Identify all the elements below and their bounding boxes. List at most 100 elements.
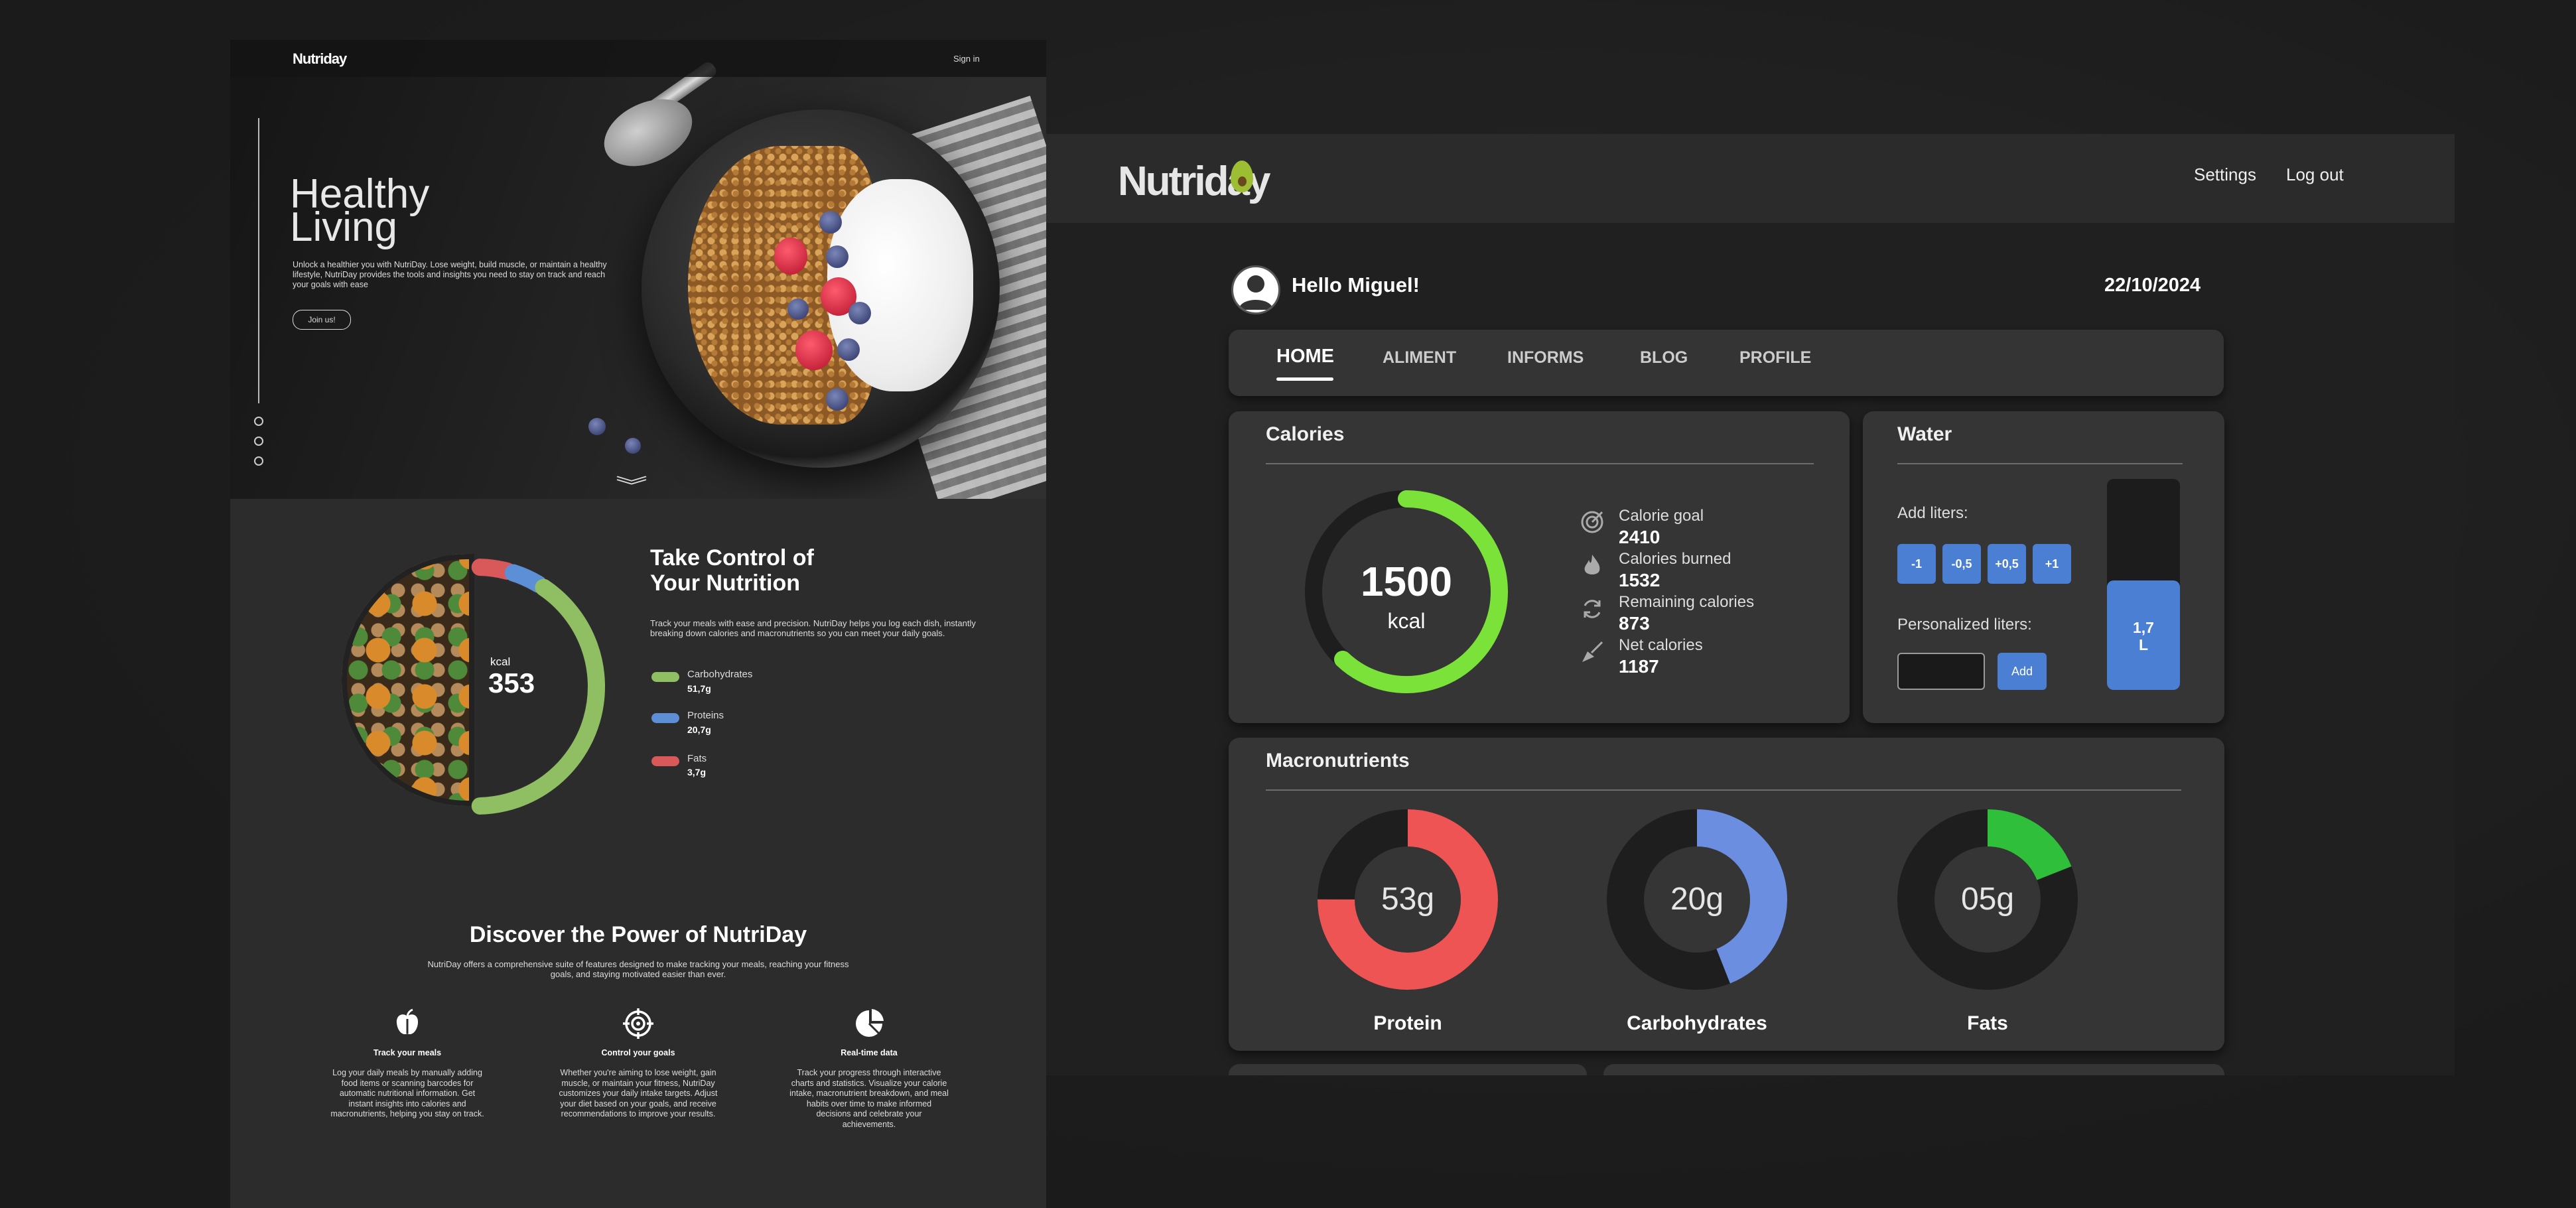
broom-icon xyxy=(1582,641,1603,662)
water-amount-value: 1,7 xyxy=(2133,618,2154,636)
calories-card: Calories 1500 kcal Calorie goal 2410 Cal… xyxy=(1229,411,1850,723)
divider xyxy=(1266,463,1814,464)
blueberry xyxy=(588,418,606,435)
water-fill: 1,7 L xyxy=(2107,580,2180,690)
user-icon xyxy=(1239,275,1273,310)
legend-label: Proteins xyxy=(687,710,724,721)
pie-chart-icon xyxy=(856,1009,884,1037)
personalized-liters-input[interactable] xyxy=(1897,653,1985,690)
stat-value: 2410 xyxy=(1619,527,1661,547)
macro-label: Carbohydrates xyxy=(1627,1012,1767,1034)
water-minus-1-button[interactable]: -1 xyxy=(1897,544,1936,584)
proteins-arc xyxy=(504,564,547,593)
card-title: Macronutrients xyxy=(1266,750,1410,772)
target-icon xyxy=(1581,511,1603,533)
hero-description: Unlock a healthier you with NutriDay. Lo… xyxy=(293,260,607,289)
slide-dot[interactable] xyxy=(254,417,263,426)
feature-title: Track your meals xyxy=(373,1048,442,1057)
legend-swatch-proteins xyxy=(651,713,679,723)
tab-home[interactable]: HOME xyxy=(1276,346,1334,368)
legend-label: Carbohydrates xyxy=(687,669,753,680)
target-icon xyxy=(623,1008,653,1039)
blueberry xyxy=(837,338,860,361)
macro-value: 05g xyxy=(1961,882,2014,917)
blueberry xyxy=(848,302,871,324)
next-card xyxy=(1603,1064,2224,1075)
apple-icon xyxy=(396,1008,419,1035)
stat-label: Net calories xyxy=(1619,636,1703,654)
top-nav: Nutriday Sign in xyxy=(230,40,1046,77)
macro-ring-chart xyxy=(471,559,605,815)
feature-text: Track your progress through interactive … xyxy=(789,1068,949,1129)
active-tab-indicator xyxy=(1276,377,1333,381)
hero-title: Healthy Living xyxy=(290,174,429,248)
stat-label: Calories burned xyxy=(1619,550,1731,568)
avatar[interactable] xyxy=(1231,265,1280,314)
slide-dot[interactable] xyxy=(254,456,263,466)
tab-bar: HOME ALIMENT INFORMS BLOG PROFILE xyxy=(1229,330,2224,396)
macro-donut: 20g xyxy=(1607,809,1787,990)
chevron-down-icon[interactable]: ︾ xyxy=(616,470,647,499)
section-title: Take Control of Your Nutrition xyxy=(650,545,814,596)
stat-value: 1187 xyxy=(1619,656,1659,677)
tab-informs[interactable]: INFORMS xyxy=(1507,348,1584,368)
calorie-unit: kcal xyxy=(1387,609,1426,633)
water-amount: 1,7 L xyxy=(2107,619,2180,653)
legend-swatch-fats xyxy=(651,756,679,766)
raspberry xyxy=(774,237,807,275)
macro-value: 53g xyxy=(1381,882,1434,917)
slide-rail xyxy=(258,118,259,403)
stat-label: Calorie goal xyxy=(1619,507,1704,525)
water-plus-1-button[interactable]: +1 xyxy=(2033,544,2071,584)
macro-donut: 53g xyxy=(1318,809,1498,990)
legend-swatch-carbs xyxy=(651,672,679,682)
join-button[interactable]: Join us! xyxy=(293,310,351,330)
water-card: Water Add liters: -1 -0,5 +0,5 +1 Person… xyxy=(1863,411,2224,723)
logo[interactable]: Nutriday xyxy=(293,50,347,68)
settings-link[interactable]: Settings xyxy=(2194,165,2256,185)
card-title: Water xyxy=(1897,423,1952,445)
water-button-group: -1 -0,5 +0,5 +1 xyxy=(1897,544,2096,585)
blueberry xyxy=(826,245,848,268)
blueberry xyxy=(826,388,848,411)
logout-link[interactable]: Log out xyxy=(2286,165,2344,185)
stat-value: 1532 xyxy=(1619,570,1661,590)
macro-label: Protein xyxy=(1373,1012,1442,1034)
card-title: Calories xyxy=(1266,423,1345,445)
water-amount-unit: L xyxy=(2138,636,2149,653)
refresh-icon xyxy=(1584,600,1601,618)
discover-description: NutriDay offers a comprehensive suite of… xyxy=(427,959,849,979)
feature-title: Control your goals xyxy=(601,1048,675,1057)
discover-title: Discover the Power of NutriDay xyxy=(469,922,807,947)
add-liters-label: Add liters: xyxy=(1897,504,1968,522)
flame-icon xyxy=(1584,555,1600,574)
hero-section: Nutriday Sign in Healthy Living Unlock a… xyxy=(230,40,1046,499)
divider xyxy=(1897,463,2183,464)
water-plus-half-button[interactable]: +0,5 xyxy=(1988,544,2026,584)
title-line: Your Nutrition xyxy=(650,570,800,596)
calorie-value: 1500 xyxy=(1361,559,1452,605)
greeting: Hello Miguel! xyxy=(1292,273,1420,297)
add-water-button[interactable]: Add xyxy=(1998,653,2047,690)
tab-aliment[interactable]: ALIMENT xyxy=(1383,348,1456,368)
personalized-liters-label: Personalized liters: xyxy=(1897,616,2032,634)
macronutrients-card: Macronutrients 53g 20g 05g Protein Carbohy… xyxy=(1229,738,2224,1051)
dashboard-window: Nutriday Settings Log out Hello Miguel! … xyxy=(1046,134,2455,1075)
kcal-label: kcal xyxy=(490,655,511,668)
tab-blog[interactable]: BLOG xyxy=(1640,348,1688,368)
water-bottle-gauge: 1,7 L xyxy=(2107,479,2180,690)
sign-in-link[interactable]: Sign in xyxy=(953,54,980,64)
landing-page: Nutriday Sign in Healthy Living Unlock a… xyxy=(230,40,1046,1208)
slide-dot[interactable] xyxy=(254,436,263,446)
legend-label: Fats xyxy=(687,753,707,764)
macro-value: 20g xyxy=(1670,882,1724,917)
next-card xyxy=(1229,1064,1587,1075)
kcal-value: 353 xyxy=(488,667,535,699)
blueberry xyxy=(819,211,842,234)
stat-value: 873 xyxy=(1619,613,1650,634)
raspberry xyxy=(795,330,833,370)
tab-profile[interactable]: PROFILE xyxy=(1739,348,1811,368)
current-date: 22/10/2024 xyxy=(2104,275,2201,296)
macro-donut: 05g xyxy=(1897,809,2078,990)
water-minus-half-button[interactable]: -0,5 xyxy=(1942,544,1981,584)
